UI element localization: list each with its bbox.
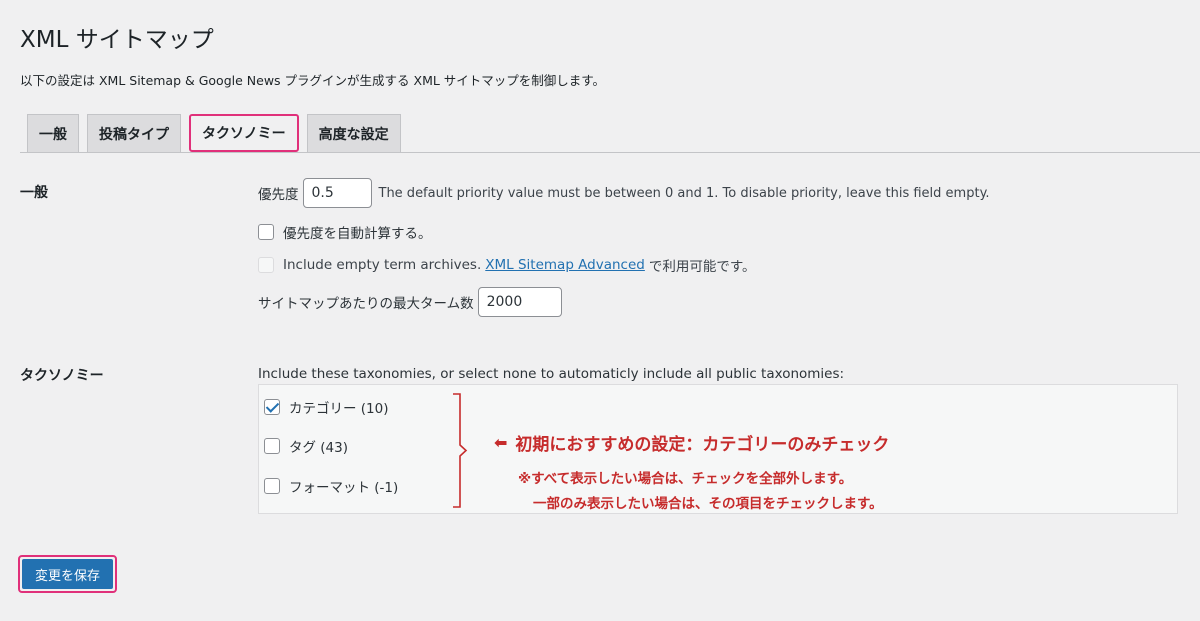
tab-taxonomies[interactable]: タクソノミー — [189, 114, 299, 152]
taxonomy-item-tag[interactable]: タグ (43) — [264, 436, 348, 456]
tab-advanced[interactable]: 高度な設定 — [306, 114, 401, 152]
category-checkbox[interactable] — [264, 399, 280, 415]
annotation-sub-2: 一部のみ表示したい場合は、その項目をチェックします。 — [533, 496, 883, 512]
taxonomies-description: Include these taxonomies, or select none… — [258, 366, 844, 382]
format-checkbox[interactable] — [264, 478, 280, 494]
priority-row: 優先度 0.5 The default priority value must … — [258, 178, 990, 208]
priority-description: The default priority value must be betwe… — [378, 185, 990, 201]
empty-terms-suffix: で利用可能です。 — [648, 259, 756, 275]
tab-divider — [20, 152, 1200, 153]
empty-terms-row: Include empty term archives. XML Sitemap… — [258, 255, 756, 275]
page-intro: 以下の設定は XML Sitemap & Google News プラグインが生… — [20, 73, 606, 88]
auto-priority-row: 優先度を自動計算する。 — [258, 222, 432, 242]
section-label-taxonomies: タクソノミー — [20, 368, 104, 384]
taxonomy-label: タグ (43) — [289, 440, 349, 456]
auto-priority-checkbox[interactable] — [258, 224, 274, 240]
priority-input[interactable]: 0.5 — [302, 178, 372, 208]
tag-checkbox[interactable] — [264, 438, 280, 454]
page-title: XML サイトマップ — [20, 27, 214, 53]
xml-sitemap-advanced-link[interactable]: XML Sitemap Advanced — [485, 257, 645, 273]
taxonomies-desc-text: Include these taxonomies, or select none… — [258, 366, 845, 382]
auto-priority-label: 優先度を自動計算する。 — [283, 226, 432, 242]
empty-terms-label: Include empty term archives. — [283, 257, 482, 273]
max-terms-label: サイトマップあたりの最大ターム数 — [258, 296, 474, 312]
annotation-main-text: 初期におすすめの設定：カテゴリーのみチェック — [515, 435, 890, 455]
priority-label: 優先度 — [258, 187, 299, 203]
section-label-general: 一般 — [20, 185, 48, 201]
annotation-main: ⬅ 初期におすすめの設定：カテゴリーのみチェック — [494, 430, 889, 455]
tab-post-types[interactable]: 投稿タイプ — [87, 114, 181, 152]
taxonomy-item-format[interactable]: フォーマット (-1) — [264, 476, 398, 496]
max-terms-row: サイトマップあたりの最大ターム数 2000 — [258, 287, 562, 317]
tab-bar: 一般 投稿タイプ タクソノミー 高度な設定 — [27, 114, 401, 152]
empty-terms-checkbox — [258, 257, 274, 273]
tab-general[interactable]: 一般 — [27, 114, 79, 152]
arrow-left-icon: ⬅ — [494, 433, 508, 452]
taxonomy-label: フォーマット (-1) — [289, 480, 399, 496]
taxonomy-label: カテゴリー (10) — [289, 401, 389, 417]
annotation-sub-1: ※すべて表示したい場合は、チェックを全部外します。 — [518, 471, 853, 487]
save-button-highlight: 変更を保存 — [18, 555, 117, 593]
taxonomy-item-category[interactable]: カテゴリー (10) — [264, 397, 389, 417]
bracket-annotation — [453, 393, 468, 508]
save-button[interactable]: 変更を保存 — [22, 559, 113, 589]
max-terms-input[interactable]: 2000 — [477, 287, 562, 317]
